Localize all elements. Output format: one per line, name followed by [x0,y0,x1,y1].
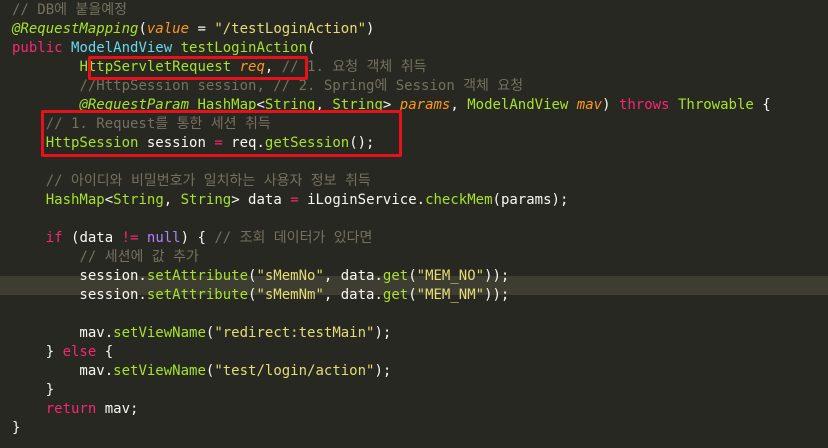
code-token: = [189,21,215,37]
code-token: setAttribute [146,287,249,303]
code-token: // 아이디와 비밀번호가 일치하는 사용자 정보 취득 [45,173,371,189]
code-token: ModelAndView [71,40,181,56]
code-line: HashMap<String, String> data = iLoginSer… [12,191,569,210]
code-token: "test/login/action" [214,363,375,379]
code-token: "MEM_NM" [416,287,485,303]
code-line: } [12,419,20,438]
code-token: checkMem [425,192,493,208]
highlight-box-get-session [41,110,402,157]
code-token: } [12,344,63,360]
code-token: // 세션에 값 추가 [79,249,199,265]
code-line: if (data != null) { // 조회 데이터가 있다면 [12,229,373,248]
code-token: ( [408,287,417,303]
code-token: String [113,192,164,208]
code-token: != [121,230,147,246]
code-token: // 조회 데이터가 있다면 [214,230,373,246]
code-token: (data [71,230,122,246]
code-token: mav [576,97,603,113]
code-token: , data. [323,287,383,303]
code-token: ( [408,268,417,284]
code-token: > data [231,192,291,208]
code-line: } [12,381,54,400]
code-line: // DB에 붙을예정 [12,1,127,20]
code-token: ModelAndView [467,97,577,113]
code-token: session. [12,268,147,284]
code-token: params [399,97,451,113]
code-token: iLoginService. [307,192,426,208]
code-token: if [45,230,72,246]
code-token: setViewName [113,363,206,379]
code-token: ( [138,21,147,37]
code-token: String [180,192,232,208]
code-line: mav.setViewName("redirect:testMain"); [12,324,391,343]
code-line: // 아이디와 비밀번호가 일치하는 사용자 정보 취득 [12,172,371,191]
code-token: { [104,344,114,360]
code-token: } [12,420,21,436]
code-token: null [146,230,181,246]
code-token: ); [374,363,392,379]
code-token: mav; [104,401,139,417]
code-token: //HttpSession session, // 2. Spring에 Ses… [79,78,524,94]
code-token: , [163,192,181,208]
code-line: @RequestMapping(value = "/testLoginActio… [12,20,374,39]
code-editor[interactable]: // DB에 붙을예정 @RequestMapping(value = "/tes… [0,0,828,448]
code-token: { [753,97,771,113]
code-token: session. [12,287,147,303]
code-line: session.setAttribute("sMemNm", data.get(… [12,286,509,305]
code-line: mav.setViewName("test/login/action"); [12,362,391,381]
code-token: setAttribute [146,268,249,284]
code-token: "MEM_NO" [416,268,485,284]
code-token: value [146,21,190,37]
code-line: return mav; [12,400,139,419]
code-line: session.setAttribute("sMemNo", data.get(… [12,267,509,286]
code-token: return [45,401,105,417]
code-token: mav. [12,325,114,341]
code-token: ); [374,325,392,341]
code-token: mav. [12,363,114,379]
code-token: // DB에 붙을예정 [12,2,127,18]
code-token: testLoginAction [180,40,308,56]
code-token: } [12,382,55,398]
code-token: setViewName [113,325,206,341]
code-token: public [12,40,72,56]
code-token: throws [618,97,678,113]
code-token: get [382,287,409,303]
code-token: "sMemNm" [256,287,324,303]
code-token: , [450,97,468,113]
code-token: ) [366,21,375,37]
code-line: } else { [12,343,113,362]
code-token: "redirect:testMain" [214,325,375,341]
code-token: ) [602,97,619,113]
code-line: // 세션에 값 추가 [12,248,199,267]
code-token: )); [484,268,510,284]
code-token: Throwable [677,97,754,113]
code-token: ) { [180,230,215,246]
code-token: @RequestMapping [12,21,139,37]
code-token: )); [484,287,510,303]
code-token: ( [307,40,316,56]
code-token: HashMap [45,192,105,208]
highlight-box-request-param [88,56,308,80]
code-token: else [62,344,105,360]
code-token: (params); [492,192,569,208]
code-token: get [382,268,409,284]
code-token: "/testLoginAction" [214,21,367,37]
code-token: < [104,192,114,208]
code-token: "sMemNo" [256,268,324,284]
code-token: = [290,192,308,208]
code-token: , data. [323,268,383,284]
